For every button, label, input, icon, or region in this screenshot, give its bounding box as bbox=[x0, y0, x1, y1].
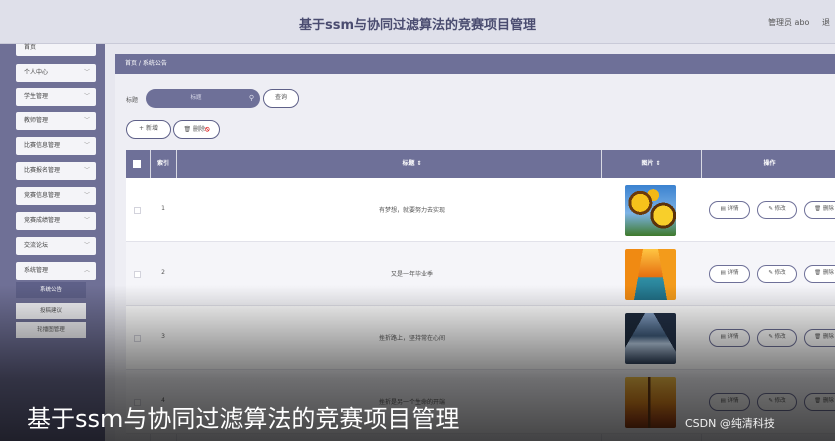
column-index: 索引 bbox=[156, 160, 169, 167]
video-caption: 基于ssm与协同过滤算法的竞赛项目管理 bbox=[27, 405, 460, 433]
delete-button[interactable]: 🗑 删除 bbox=[804, 265, 835, 283]
chevron-down-icon: ﹀ bbox=[83, 242, 90, 249]
sidebar-item-label: 比赛信息管理 bbox=[24, 142, 61, 149]
search-input[interactable]: 标题 ⚲ bbox=[146, 89, 260, 108]
table-row: 3 挫折路上，坚持常在心间 ▤ 详情 ✎ 修改 🗑 删除 bbox=[126, 306, 835, 370]
logout-link[interactable]: 退 bbox=[822, 17, 830, 28]
chevron-down-icon: ﹀ bbox=[83, 167, 90, 174]
delete-button[interactable]: 🗑 删除 bbox=[804, 329, 835, 347]
detail-button[interactable]: ▤ 详情 bbox=[709, 265, 750, 283]
column-image[interactable]: 图片 ⇕ bbox=[601, 150, 701, 178]
sidebar-item-label: 比赛报名管理 bbox=[24, 167, 61, 174]
sidebar-item-label: 个人中心 bbox=[24, 69, 49, 76]
top-header: 基于ssm与协同过滤算法的竞赛项目管理 管理员 abo 退 bbox=[0, 0, 835, 44]
river-valley-image bbox=[625, 313, 676, 364]
chevron-down-icon: ﹀ bbox=[83, 93, 90, 100]
table-row: 1 有梦想，就要努力去实现 ▤ 详情 ✎ 修改 🗑 删除 bbox=[126, 178, 835, 242]
table-row: 2 又是一年毕业季 ▤ 详情 ✎ 修改 🗑 删除 bbox=[126, 242, 835, 306]
delete-button[interactable]: 🗑 删除 bbox=[804, 201, 835, 219]
sidebar-item-label: 竞赛成绩管理 bbox=[24, 217, 61, 224]
sidebar-item-teachers[interactable]: 教师管理 ﹀ bbox=[16, 112, 96, 130]
edit-button[interactable]: ✎ 修改 bbox=[757, 265, 797, 283]
sidebar-item-contest-info[interactable]: 比赛信息管理 ﹀ bbox=[16, 137, 96, 155]
row-title: 有梦想，就要努力去实现 bbox=[378, 207, 445, 214]
row-index: 2 bbox=[161, 269, 165, 276]
breadcrumb: 首页 / 系统公告 bbox=[115, 54, 835, 74]
sidebar-subitem-carousel[interactable]: 轮播图管理 bbox=[16, 322, 86, 338]
sidebar-subitem-suggestions[interactable]: 投稿建议 bbox=[16, 303, 86, 319]
detail-button[interactable]: ▤ 详情 bbox=[709, 201, 750, 219]
sidebar-item-profile[interactable]: 个人中心 ﹀ bbox=[16, 64, 96, 82]
sidebar-item-label: 学生管理 bbox=[24, 93, 49, 100]
chevron-down-icon: ﹀ bbox=[83, 192, 90, 199]
sidebar-item-label: 首页 bbox=[24, 44, 37, 51]
chevron-down-icon: ﹀ bbox=[83, 142, 90, 149]
chevron-down-icon: ﹀ bbox=[83, 69, 90, 76]
no-entry-icon: ⦸ bbox=[204, 125, 210, 133]
sidebar-item-label: 竞赛信息管理 bbox=[24, 192, 61, 199]
sidebar-item-forum[interactable]: 交流论坛 ﹀ bbox=[16, 237, 96, 255]
batch-delete-button[interactable]: 🗑 删除⦸ bbox=[173, 120, 220, 139]
sidebar-item-competition-info[interactable]: 竞赛信息管理 ﹀ bbox=[16, 187, 96, 205]
chevron-up-icon: ︿ bbox=[83, 267, 90, 274]
admin-name[interactable]: 管理员 abo bbox=[768, 17, 809, 28]
row-checkbox[interactable] bbox=[134, 271, 141, 278]
chevron-down-icon: ﹀ bbox=[83, 217, 90, 224]
search-placeholder: 标题 bbox=[190, 95, 202, 101]
edit-button[interactable]: ✎ 修改 bbox=[757, 329, 797, 347]
sidebar-item-competition-scores[interactable]: 竞赛成绩管理 ﹀ bbox=[16, 212, 96, 230]
edit-button[interactable]: ✎ 修改 bbox=[757, 393, 797, 411]
sidebar-subitem-announcements[interactable]: 系统公告 bbox=[16, 282, 86, 298]
sunflowers-image bbox=[625, 185, 676, 236]
autumn-lake-image bbox=[625, 249, 676, 300]
autumn-forest-image bbox=[625, 377, 676, 428]
table-header: 索引 标题 ⇕ 图片 ⇕ 操作 bbox=[126, 150, 835, 178]
search-icon: ⚲ bbox=[248, 94, 254, 102]
row-title: 又是一年毕业季 bbox=[390, 271, 433, 278]
sidebar-item-contest-signup[interactable]: 比赛报名管理 ﹀ bbox=[16, 162, 96, 180]
delete-button[interactable]: 🗑 删除 bbox=[804, 393, 835, 411]
detail-button[interactable]: ▤ 详情 bbox=[709, 329, 750, 347]
sidebar-item-label: 系统管理 bbox=[24, 267, 49, 274]
row-checkbox[interactable] bbox=[134, 335, 141, 342]
sidebar-item-system[interactable]: 系统管理 ︿ bbox=[16, 262, 96, 280]
column-actions: 操作 bbox=[763, 160, 776, 167]
row-index: 1 bbox=[161, 205, 165, 212]
add-button[interactable]: + 新增 bbox=[126, 120, 171, 139]
row-index: 3 bbox=[161, 333, 165, 340]
sidebar-item-label: 教师管理 bbox=[24, 117, 49, 124]
row-checkbox[interactable] bbox=[134, 207, 141, 214]
detail-button[interactable]: ▤ 详情 bbox=[709, 393, 750, 411]
chevron-down-icon: ﹀ bbox=[83, 117, 90, 124]
watermark: CSDN @纯清科技 bbox=[685, 417, 775, 430]
row-title: 挫折路上，坚持常在心间 bbox=[378, 335, 445, 342]
sidebar-item-home[interactable]: 首页 bbox=[16, 44, 96, 56]
column-title[interactable]: 标题 ⇕ bbox=[176, 150, 648, 178]
delete-label: 🗑 删 bbox=[183, 126, 199, 133]
query-button[interactable]: 查询 bbox=[263, 89, 299, 108]
select-all-checkbox[interactable] bbox=[131, 150, 142, 178]
sidebar-item-students[interactable]: 学生管理 ﹀ bbox=[16, 88, 96, 106]
row-index: 4 bbox=[161, 397, 165, 404]
app-title: 基于ssm与协同过滤算法的竞赛项目管理 bbox=[298, 18, 537, 33]
sidebar-item-label: 交流论坛 bbox=[24, 242, 49, 249]
sidebar: 首页 个人中心 ﹀ 学生管理 ﹀ 教师管理 ﹀ 比赛信息管理 ﹀ 比赛报名管理 ﹀ 竞赛信… bbox=[0, 44, 105, 441]
edit-button[interactable]: ✎ 修改 bbox=[757, 201, 797, 219]
search-label: 标题 bbox=[126, 97, 139, 104]
